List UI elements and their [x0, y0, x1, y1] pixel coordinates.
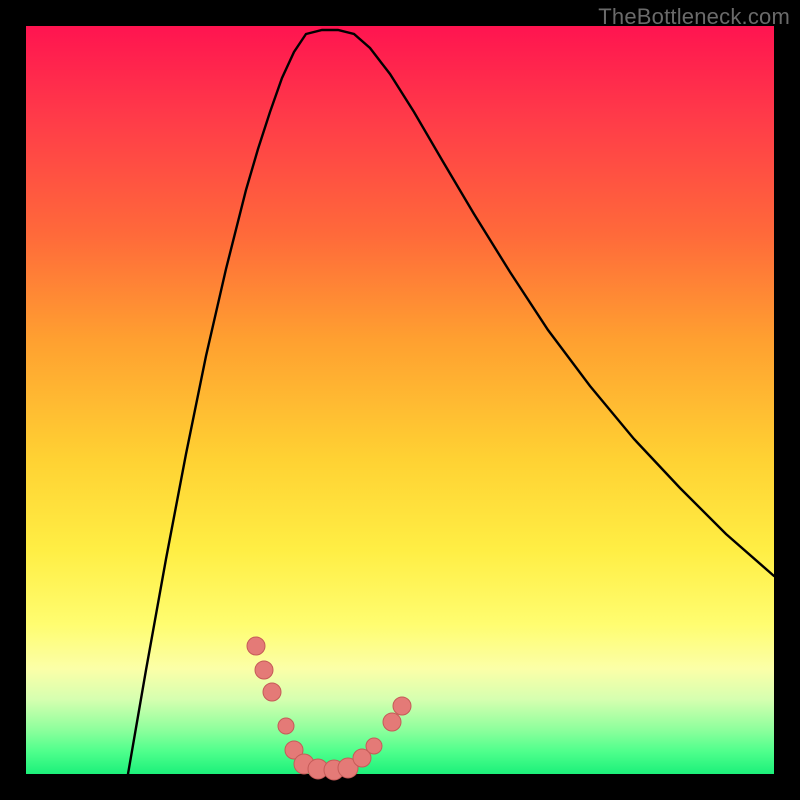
chart-plot-area	[26, 26, 774, 774]
valley-marker	[263, 683, 281, 701]
valley-markers	[247, 637, 411, 780]
valley-marker	[255, 661, 273, 679]
watermark-label: TheBottleneck.com	[598, 4, 790, 30]
valley-marker	[383, 713, 401, 731]
valley-marker	[393, 697, 411, 715]
valley-marker	[247, 637, 265, 655]
chart-svg	[26, 26, 774, 774]
valley-marker	[366, 738, 382, 754]
bottleneck-curve	[128, 30, 774, 774]
valley-marker	[278, 718, 294, 734]
